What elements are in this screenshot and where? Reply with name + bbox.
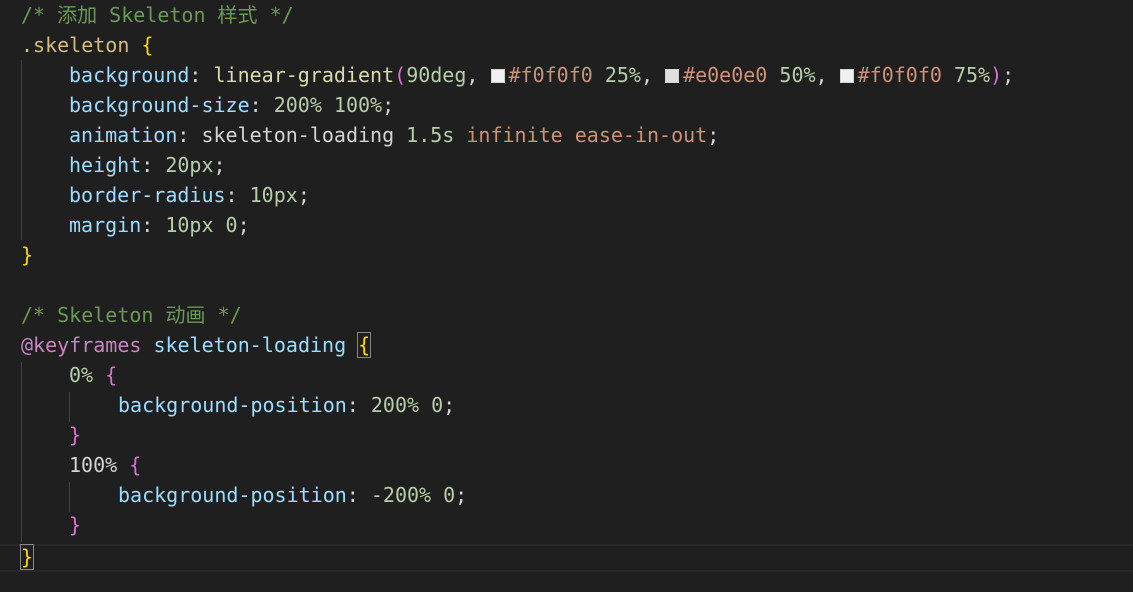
current-line-highlight (0, 544, 1133, 572)
comment: /* Skeleton 动画 */ (21, 303, 242, 327)
css-property: background-position (118, 483, 347, 507)
code-line-9: } (21, 240, 33, 270)
css-number: 10px 0 (165, 213, 238, 237)
animation-name: skeleton-loading (201, 123, 395, 147)
close-brace: } (19, 544, 35, 570)
at-rule-keyword: @keyframes (21, 333, 142, 357)
indent-guide (69, 392, 70, 422)
open-brace: { (105, 363, 118, 387)
css-property: background-position (118, 393, 347, 417)
code-line-19: } (19, 542, 35, 572)
indent-guide (69, 482, 70, 512)
open-brace: { (357, 332, 372, 358)
color-value: #f0f0f0 (857, 63, 942, 87)
code-line-6: height: 20px; (69, 153, 226, 177)
close-brace: } (69, 513, 82, 537)
code-line-5: animation: skeleton-loading 1.5s infinit… (69, 123, 720, 147)
css-property: background (69, 63, 190, 87)
css-number: 10px (249, 183, 298, 207)
css-property: animation (69, 123, 178, 147)
code-line-8: margin: 10px 0; (69, 213, 250, 237)
css-number: 90deg (406, 63, 467, 87)
css-number: 50% (779, 63, 816, 87)
css-number: 1.5s (406, 123, 455, 147)
code-line-14: background-position: 200% 0; (118, 393, 456, 417)
color-swatch-icon[interactable] (665, 69, 680, 83)
code-line-12: @keyframes skeleton-loading { (21, 330, 372, 360)
color-swatch-icon[interactable] (839, 69, 854, 83)
close-brace: } (21, 243, 34, 267)
indent-guide (21, 362, 22, 542)
css-number: 25% (604, 63, 641, 87)
css-number: -200% 0 (370, 483, 456, 507)
indent-guide (21, 60, 22, 240)
css-selector: .skeleton (21, 33, 130, 57)
keyframe-selector: 100% (69, 453, 118, 477)
code-line-11: /* Skeleton 动画 */ (21, 300, 242, 330)
keyframe-selector: 0% (69, 363, 94, 387)
code-editor[interactable]: /* 添加 Skeleton 样式 */ .skeleton { backgro… (0, 0, 1133, 592)
keyframes-name: skeleton-loading (153, 333, 347, 357)
open-brace: { (141, 33, 154, 57)
css-property: border-radius (69, 183, 226, 207)
code-line-4: background-size: 200% 100%; (69, 93, 395, 117)
color-swatch-icon[interactable] (490, 69, 505, 83)
code-line-3: background: linear-gradient(90deg, #f0f0… (69, 63, 1015, 87)
css-number: 20px (165, 153, 214, 177)
css-property: background-size (69, 93, 250, 117)
comment: /* 添加 Skeleton 样式 */ (21, 3, 294, 27)
open-brace: { (129, 453, 142, 477)
color-value: #e0e0e0 (683, 63, 768, 87)
code-line-2: .skeleton { (21, 30, 153, 60)
code-line-7: border-radius: 10px; (69, 183, 310, 207)
css-keyword: ease-in-out (574, 123, 708, 147)
color-value: #f0f0f0 (508, 63, 593, 87)
code-line-15: } (69, 420, 81, 450)
code-line-1: /* 添加 Skeleton 样式 */ (21, 0, 294, 30)
css-number: 200% 0 (370, 393, 444, 417)
code-line-18: } (69, 510, 81, 540)
code-line-13: 0% { (69, 360, 117, 390)
css-number: 75% (953, 63, 991, 87)
css-function: linear-gradient (213, 63, 395, 87)
css-number: 200% 100% (273, 93, 383, 117)
close-brace: } (69, 423, 82, 447)
css-property: height (69, 153, 142, 177)
code-line-17: background-position: -200% 0; (118, 483, 468, 507)
code-line-16: 100% { (69, 450, 141, 480)
css-property: margin (69, 213, 142, 237)
css-keyword: infinite (466, 123, 563, 147)
